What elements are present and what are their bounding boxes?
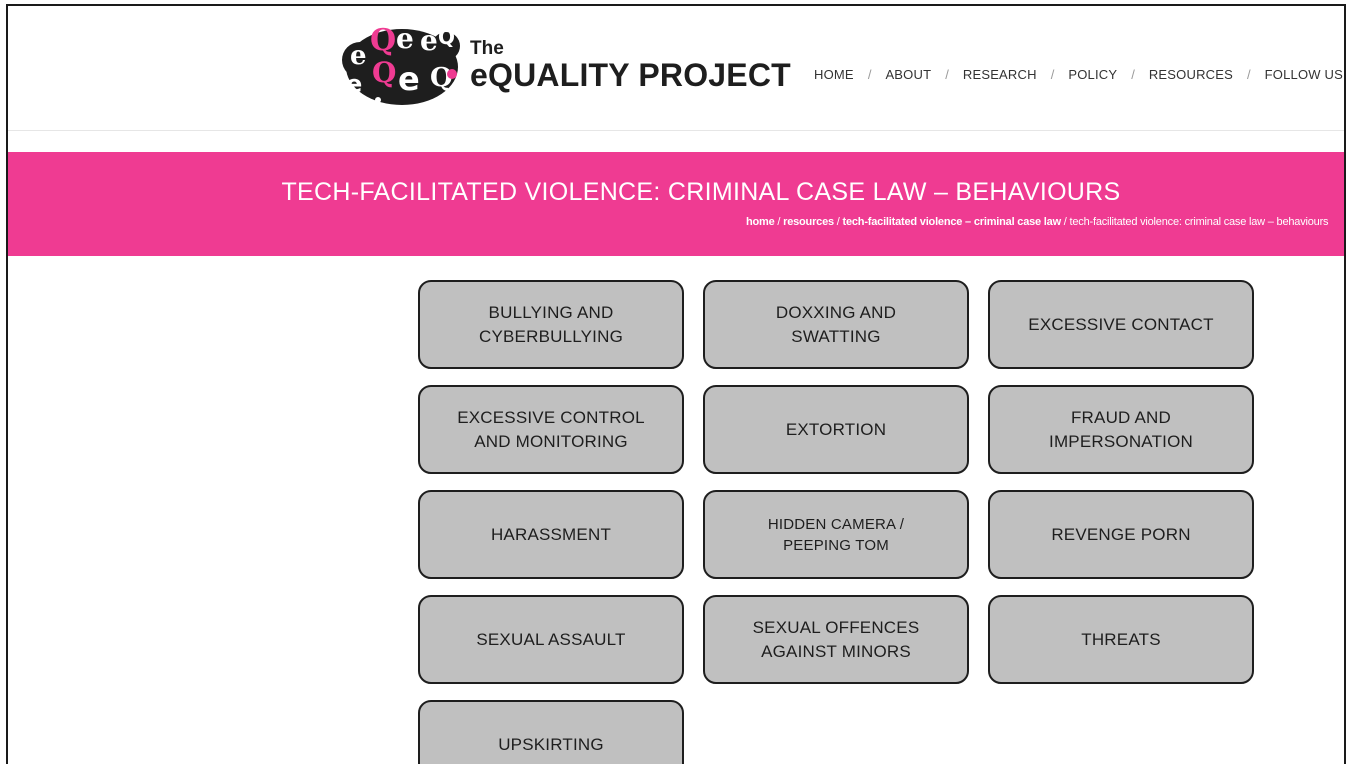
equality-logo-mark-icon: e Q e e Q e Q e Q [342,22,460,105]
site-header: e Q e e Q e Q e Q The eQUALITY PROJECT H… [8,6,1344,131]
fraud-button[interactable]: FRAUD AND IMPERSONATION [988,385,1254,474]
logo-letter: e [420,24,438,57]
breadcrumb: home / resources / tech-facilitated viol… [746,216,1329,228]
bullying-button[interactable]: BULLYING AND CYBERBULLYING [418,280,684,369]
nav-item-about[interactable]: ABOUT [885,67,931,82]
logo-letter: e [398,60,420,98]
nav-separator: / [945,66,949,82]
breadcrumb-separator: / [774,216,784,228]
extortion-button[interactable]: EXTORTION [703,385,969,474]
threats-button[interactable]: THREATS [988,595,1254,684]
breadcrumb-separator: / [1060,216,1070,228]
browser-frame: e Q e e Q e Q e Q The eQUALITY PROJECT H… [6,4,1346,764]
hidden-camera-button[interactable]: HIDDEN CAMERA / PEEPING TOM [703,490,969,579]
nav-separator: / [1131,66,1135,82]
main-nav: HOME / ABOUT / RESEARCH / POLICY / RESOU… [814,66,1344,82]
sexual-assault-button[interactable]: SEXUAL ASSAULT [418,595,684,684]
excessive-contact-button[interactable]: EXCESSIVE CONTACT [988,280,1254,369]
breadcrumb-current: tech-facilitated violence: criminal case… [1069,216,1329,228]
breadcrumb-link-home[interactable]: home [746,216,775,228]
logo-the-text: The [470,38,504,59]
logo-letter: Q [438,25,455,49]
nav-separator: / [1050,66,1055,82]
upskirting-button[interactable]: UPSKIRTING [418,700,684,764]
excessive-control-button[interactable]: EXCESSIVE CONTROL AND MONITORING [418,385,684,474]
logo-letter: e [350,41,367,71]
page-banner: TECH-FACILITATED VIOLENCE: CRIMINAL CASE… [8,152,1344,256]
sexual-offences-minors-button[interactable]: SEXUAL OFFENCES AGAINST MINORS [703,595,969,684]
nav-item-resources[interactable]: RESOURCES [1149,67,1233,82]
harassment-button[interactable]: HARASSMENT [418,490,684,579]
logo-letter: e [346,70,362,98]
logo-name-text: eQUALITY PROJECT [470,57,791,93]
logo-letter: e [396,22,414,55]
nav-separator: / [867,66,872,82]
nav-item-follow-us[interactable]: FOLLOW US [1265,67,1343,82]
nav-item-research[interactable]: RESEARCH [963,67,1037,82]
breadcrumb-separator: / [833,216,843,228]
doxxing-button[interactable]: DOXXING AND SWATTING [703,280,969,369]
logo-letter: Q [372,56,396,89]
page-title: TECH-FACILITATED VIOLENCE: CRIMINAL CASE… [281,178,1121,206]
breadcrumb-link-resources[interactable]: resources [783,216,834,228]
behaviour-button-grid: BULLYING AND CYBERBULLYING DOXXING AND S… [418,280,1254,764]
nav-item-home[interactable]: HOME [814,67,854,82]
breadcrumb-link-case-law[interactable]: tech-facilitated violence – criminal cas… [843,216,1062,228]
revenge-porn-button[interactable]: REVENGE PORN [988,490,1254,579]
nav-item-policy[interactable]: POLICY [1068,67,1117,82]
site-logo[interactable]: e Q e e Q e Q e Q The eQUALITY PROJECT [338,20,791,110]
nav-separator: / [1247,66,1251,82]
logo-wordmark: The eQUALITY PROJECT [470,39,791,91]
logo-letter: Q [370,23,396,58]
